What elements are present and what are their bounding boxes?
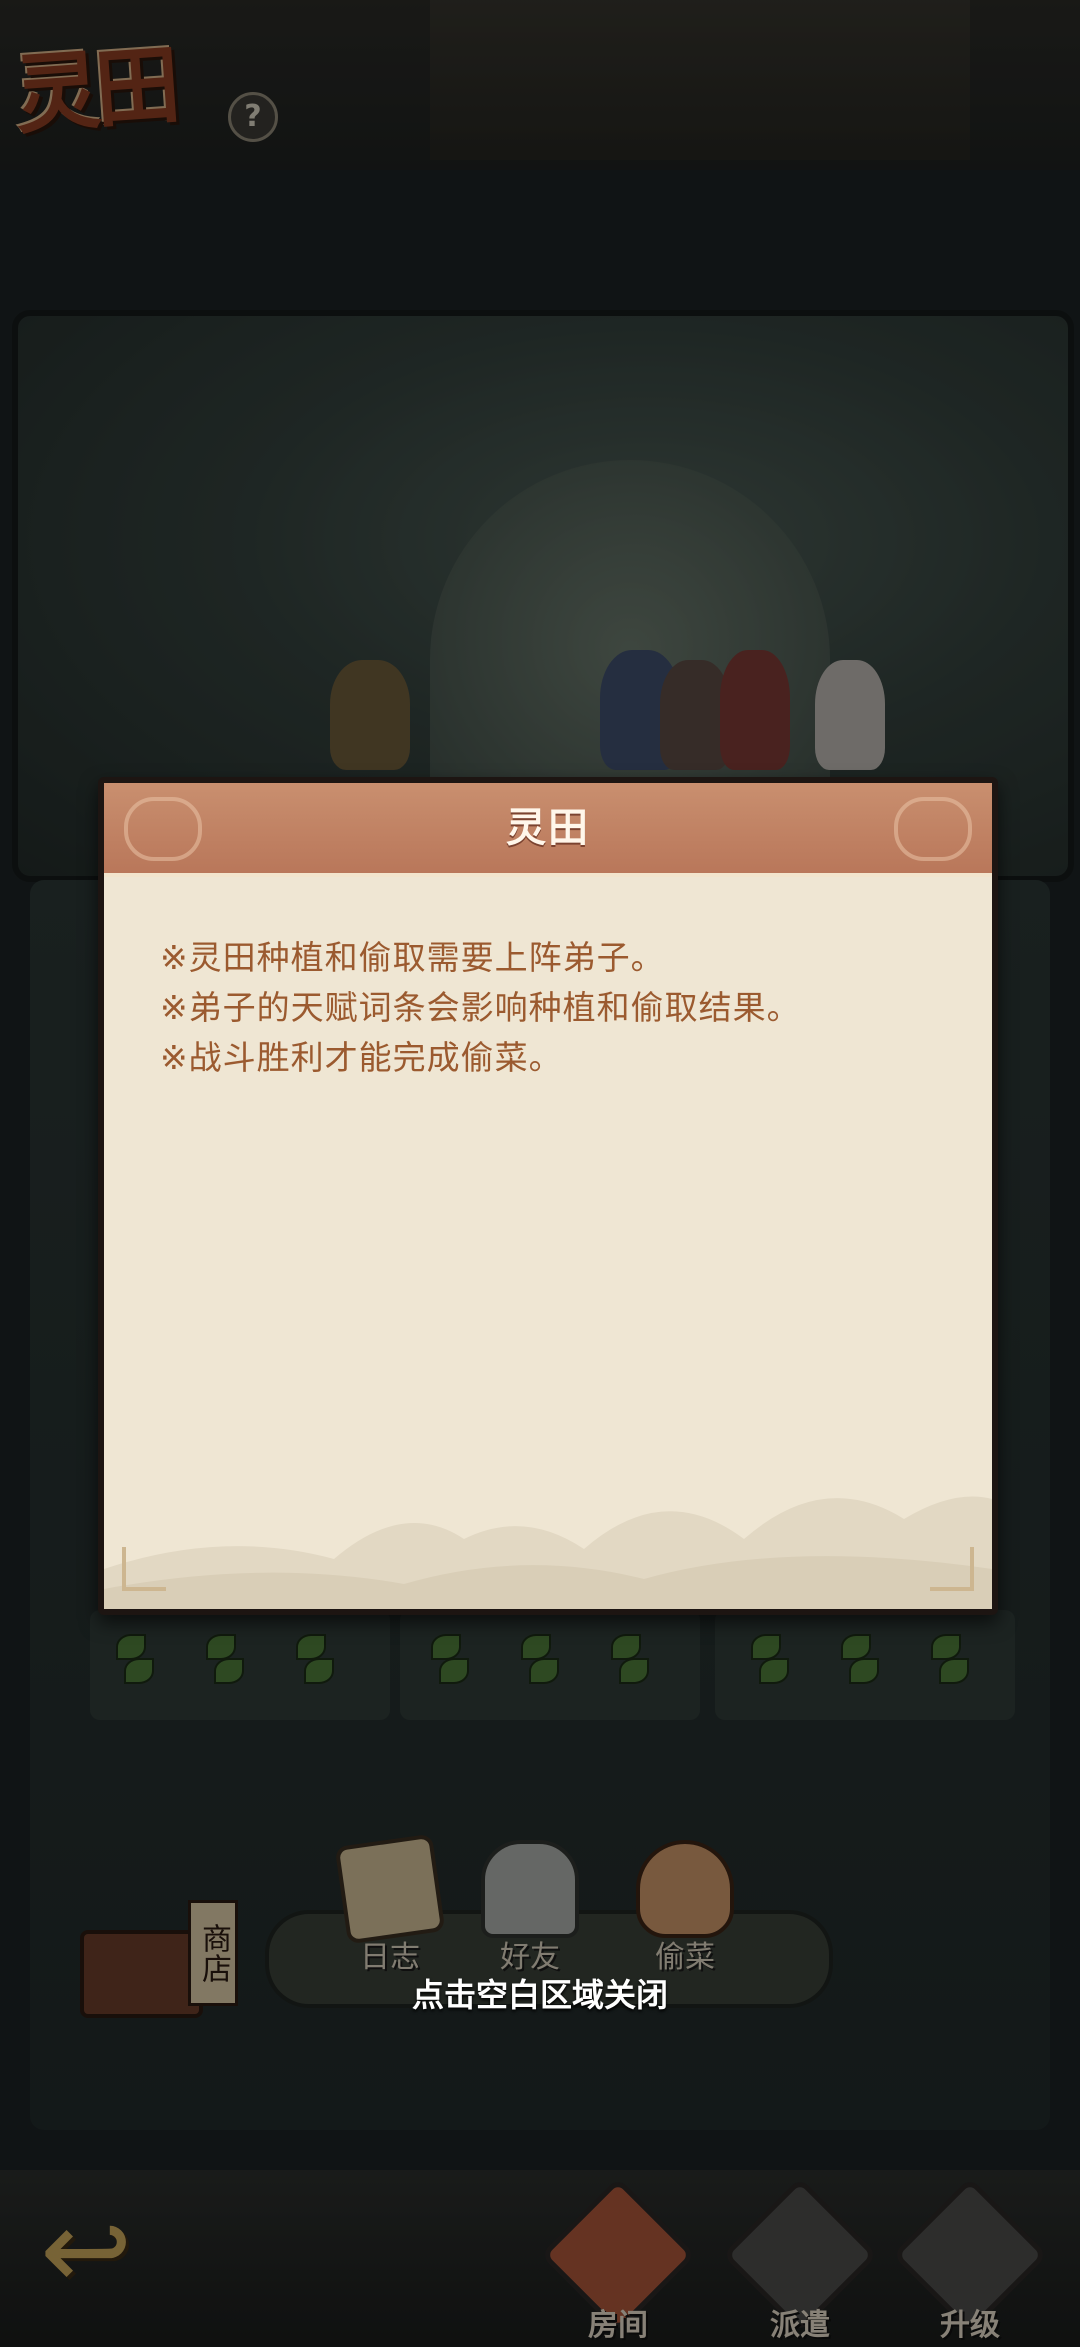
rule-item: ※战斗胜利才能完成偷菜。 [160,1038,563,1077]
rule-item: ※灵田种植和偷取需要上阵弟子。 [160,938,665,977]
rule-item: ※弟子的天赋词条会影响种植和偷取结果。 [160,988,801,1027]
dialog-title: 灵田 [506,805,590,851]
rules-list: ※灵田种植和偷取需要上阵弟子。 ※弟子的天赋词条会影响种植和偷取结果。 ※战斗胜… [160,933,801,1083]
close-hint: 点击空白区域关闭 [411,1976,668,2014]
rules-dialog: 灵田 ※灵田种植和偷取需要上阵弟子。 ※弟子的天赋词条会影响种植和偷取结果。 ※… [98,777,998,1615]
corner-ornament [122,1547,166,1591]
dialog-header: 灵田 [104,783,992,877]
corner-ornament [930,1547,974,1591]
mountain-decoration [104,1496,992,1609]
